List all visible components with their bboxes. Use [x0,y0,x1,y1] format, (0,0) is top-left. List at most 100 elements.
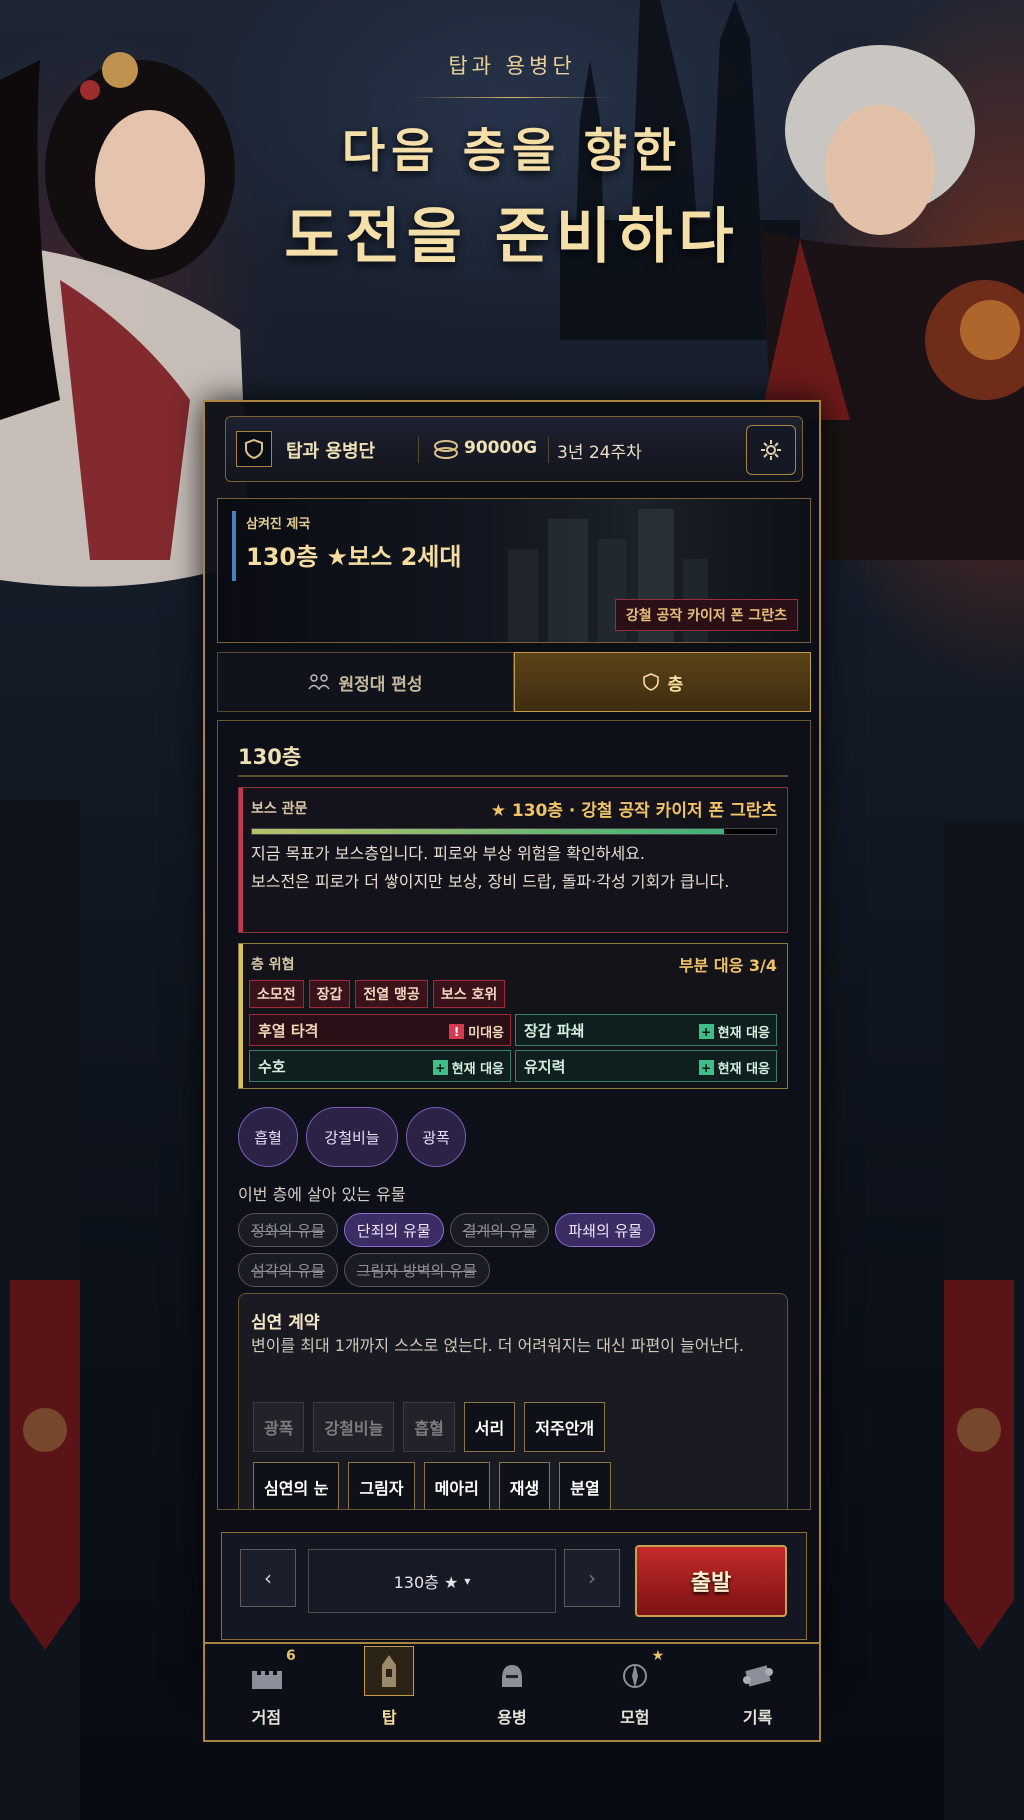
game-subtitle: 탑과 용병단 [448,54,576,78]
threat-chip: 전열 맹공 [355,980,428,1008]
mutation-button[interactable]: 그림자 [348,1462,415,1509]
progress-fill [252,829,724,834]
chevron-down-icon: ▾ [464,1574,471,1588]
nav-badge: ★ [651,1648,665,1664]
nav-label: 모험 [620,1708,650,1727]
relic-section-title: 이번 층에 살아 있는 유물 [238,1185,406,1204]
tab-bar: 원정대 편성 층 [217,652,811,712]
compass-icon [615,1656,655,1696]
threat-item-name: 수호 [258,1057,286,1076]
contract-desc: 변이를 최대 1개까지 스스로 얹는다. 더 어려워지는 대신 파편이 늘어난다… [251,1336,745,1355]
plus-icon: + [698,1024,714,1039]
threat-item-name: 장갑 파쇄 [524,1021,585,1040]
prev-floor-button[interactable]: ‹ [240,1549,296,1607]
accent-bar [239,788,243,932]
accent-bar [232,511,236,581]
threat-item-name: 유지력 [524,1057,566,1076]
floor-banner: 삼켜진 제국 130층 ★보스 2세대 강철 공작 카이저 폰 그란츠 [217,498,811,643]
mutation-button[interactable]: 심연의 눈 [253,1462,340,1509]
game-date: 3년 24주차 [557,443,642,463]
next-floor-button[interactable]: › [564,1549,620,1607]
mutation-button[interactable]: 저주안개 [524,1402,606,1452]
mutation-button[interactable]: 서리 [463,1402,516,1452]
floor-content[interactable]: 130층 보스 관문 ★ 130층 · 강철 공작 카이저 폰 그란츠 지금 목… [217,720,811,1510]
nav-item-records[interactable]: 기록 [696,1644,819,1740]
threat-item: 장갑 파쇄 + 현재 대응 [515,1014,777,1046]
floor-selector[interactable]: 130층 ★ ▾ [308,1549,556,1613]
divider [548,437,549,463]
plus-icon: + [432,1060,448,1075]
threat-item: 수호 + 현재 대응 [249,1050,511,1082]
threat-chips: 소모전 장갑 전열 맹공 보스 호위 [249,980,506,1008]
boss-info-line2: 보스전은 피로가 더 쌓이지만 보상, 장비 드랍, 돌파·각성 기회가 큽니다… [251,872,730,891]
relic-chip[interactable]: 단죄의 유물 [343,1213,444,1247]
relic-row: 정화의 유물 단죄의 유물 결계의 유물 파쇄의 유물 [238,1213,656,1247]
mutation-button[interactable]: 재생 [498,1462,551,1509]
hero-title-line1: 다음 층을 향한 [341,124,683,179]
scroll-icon [738,1656,778,1696]
hero-title-line2: 도전을 준비하다 [284,202,740,272]
mutation-button[interactable]: 광폭 [253,1402,305,1452]
gear-icon [761,440,781,460]
game-panel: 탑과 용병단 90000G 3년 24주차 삼켜진 제국 130층 ★보스 2세… [203,400,821,1682]
nav-label: 거점 [251,1708,282,1727]
divider [412,97,612,98]
depart-button[interactable]: 출발 [635,1545,787,1617]
nav-label: 기록 [742,1708,773,1727]
relic-chip[interactable]: 섬각의 유물 [238,1253,338,1287]
coin-icon [433,438,459,460]
abyss-contract-card: 심연 계약 변이를 최대 1개까지 스스로 얹는다. 더 어려워지는 대신 파편… [238,1293,788,1509]
tower-icon [364,1646,415,1696]
relic-chip[interactable]: 파쇄의 유물 [555,1213,656,1247]
nav-item-base[interactable]: 6 거점 [205,1644,328,1740]
trait-pill[interactable]: 흡혈 [238,1107,298,1167]
tab-floor-label: 층 [667,674,684,695]
threat-item-status: 현재 대응 [451,1062,504,1077]
threat-chip: 보스 호위 [432,980,506,1008]
region-label: 삼켜진 제국 [246,517,311,532]
threat-chip: 장갑 [308,980,351,1008]
helmet-icon [492,1656,532,1696]
divider [238,775,788,777]
floor-title: 130층 [238,745,302,769]
mutation-button[interactable]: 강철비늘 [313,1402,395,1452]
floor-footer: ‹ 130층 ★ ▾ › 출발 [221,1532,807,1640]
nav-item-mercenary[interactable]: 용병 [451,1644,574,1740]
relic-chip[interactable]: 그림자 방벽의 유물 [343,1253,490,1287]
threat-chip: 소모전 [249,980,304,1008]
threat-item-status: 현재 대응 [717,1062,770,1077]
mutation-button[interactable]: 메아리 [423,1462,490,1509]
boss-info-line1: 지금 목표가 보스층입니다. 피로와 부상 위험을 확인하세요. [251,844,645,863]
floor-headline: 130층 ★보스 2세대 [246,543,462,571]
threat-item-name: 후열 타격 [258,1021,319,1040]
relic-chip[interactable]: 결계의 유물 [449,1213,550,1247]
accent-bar [239,944,243,1088]
mutation-row: 심연의 눈 그림자 메아리 재생 분열 [253,1462,611,1509]
nav-item-adventure[interactable]: ★ 모험 [573,1644,696,1740]
shield-icon [642,673,659,691]
tab-party[interactable]: 원정대 편성 [217,652,514,712]
boss-gate-name: ★ 130층 · 강철 공작 카이저 폰 그란츠 [490,801,777,821]
app-title: 탑과 용병단 [286,441,376,462]
floor-threat-card: 층 위협 부분 대응 3/4 소모전 장갑 전열 맹공 보스 호위 후열 타격 … [238,943,788,1089]
warning-icon: ! [449,1024,465,1039]
castle-icon [246,1656,286,1696]
threat-item-status: 미대응 [468,1026,504,1041]
settings-button[interactable] [746,425,796,475]
boss-name-tag: 강철 공작 카이저 폰 그란츠 [614,599,798,631]
trait-pill[interactable]: 광폭 [406,1107,466,1167]
boss-gate-card: 보스 관문 ★ 130층 · 강철 공작 카이저 폰 그란츠 지금 목표가 보스… [238,787,788,933]
threat-item: 유지력 + 현재 대응 [515,1050,777,1082]
mutation-button[interactable]: 흡혈 [403,1402,455,1452]
tab-floor[interactable]: 층 [514,652,811,712]
nav-item-tower[interactable]: 탑 [328,1644,451,1740]
threat-coverage: 부분 대응 3/4 [678,956,777,975]
relic-chip[interactable]: 정화의 유물 [238,1213,338,1247]
shield-icon [236,431,272,467]
mutation-button[interactable]: 분열 [559,1462,611,1509]
nav-label: 탑 [381,1708,397,1727]
trait-pill[interactable]: 강철비늘 [306,1107,398,1167]
boss-gate-label: 보스 관문 [251,801,308,817]
boss-progress-bar [251,828,777,835]
nav-badge: 6 [286,1648,296,1664]
